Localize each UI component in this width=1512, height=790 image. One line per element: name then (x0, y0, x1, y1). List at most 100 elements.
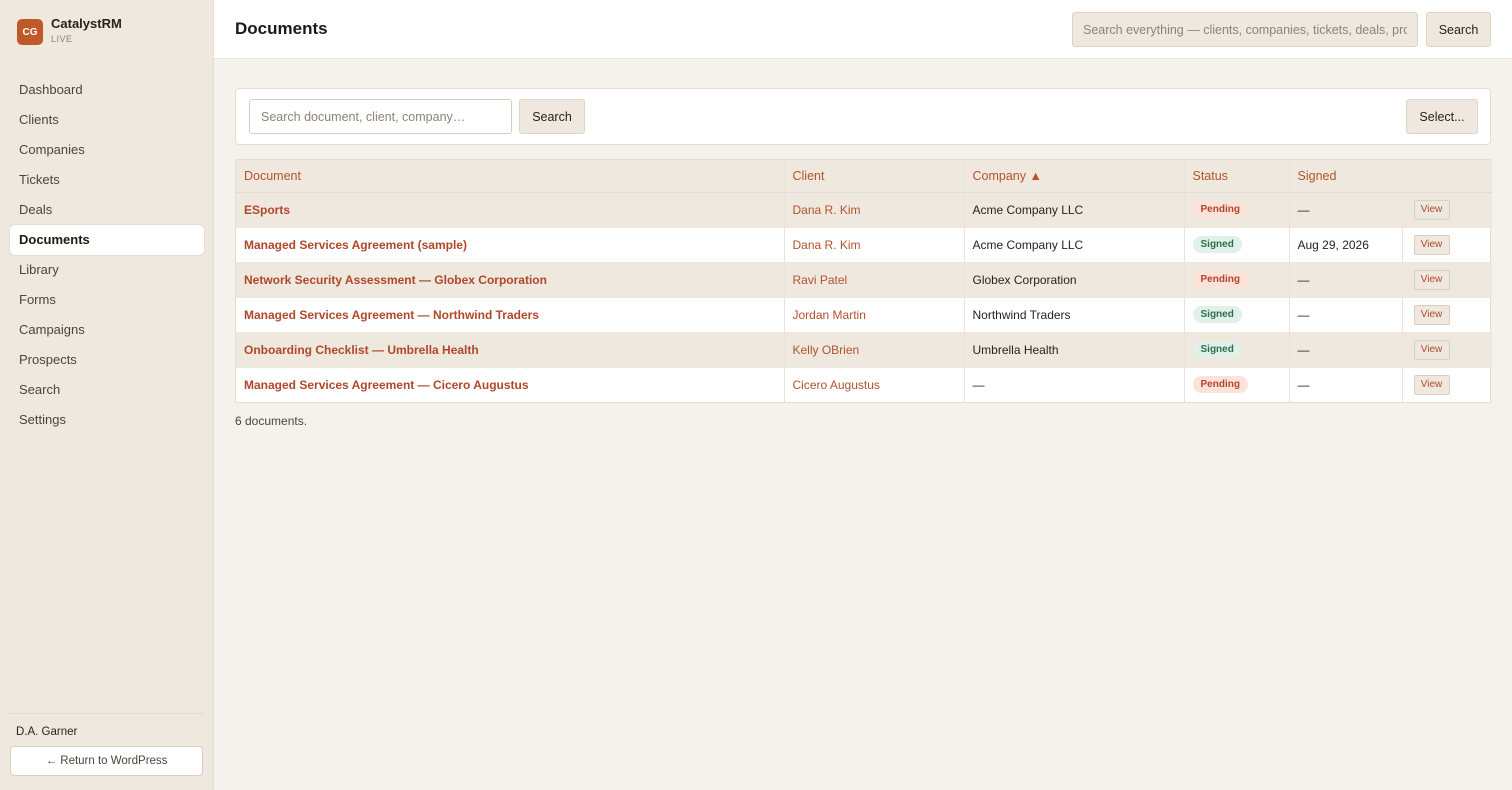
select-button[interactable]: Select... (1406, 99, 1478, 134)
actions-cell: View (1401, 262, 1492, 298)
document-cell: Managed Services Agreement — Northwind T… (236, 297, 784, 333)
documents-table: Document Client Company ▲ Status Signed … (236, 160, 1492, 402)
sidebar-item-clients[interactable]: Clients (10, 105, 204, 135)
sidebar-item-documents[interactable]: Documents (10, 225, 204, 255)
client-link[interactable]: Jordan Martin (793, 308, 866, 322)
company-cell: Acme Company LLC (963, 227, 1184, 263)
actions-cell: View (1401, 192, 1492, 228)
actions-cell: View (1401, 227, 1492, 263)
table-row: ESports Dana R. Kim Acme Company LLC Pendin… (236, 192, 1492, 228)
table-row: Onboarding Checklist — Umbrella Health Ke… (236, 332, 1492, 368)
document-search-button[interactable]: Search (519, 99, 585, 134)
sidebar-item-search[interactable]: Search (10, 375, 204, 405)
sidebar-divider (10, 713, 204, 714)
sidebar-item-companies[interactable]: Companies (10, 135, 204, 165)
sidebar-item-settings[interactable]: Settings (10, 405, 204, 435)
return-to-wordpress-button[interactable]: ← Return to WordPress (10, 746, 203, 776)
sidebar-item-deals[interactable]: Deals (10, 195, 204, 225)
document-search-input[interactable] (249, 99, 512, 134)
status-badge: Pending (1192, 271, 1248, 288)
environment-label: LIVE (51, 34, 73, 44)
documents-table-body: ESports Dana R. Kim Acme Company LLC Pendin… (236, 192, 1492, 402)
actions-cell: View (1401, 367, 1492, 402)
sidebar-footer: D.A. Garner ← Return to WordPress (10, 713, 204, 776)
status-cell: Pending (1183, 192, 1289, 228)
document-link[interactable]: Managed Services Agreement (sample) (244, 238, 467, 252)
client-link[interactable]: Kelly OBrien (793, 343, 860, 357)
sidebar-item-prospects[interactable]: Prospects (10, 345, 204, 375)
sidebar-nav: Dashboard Clients Companies Tickets Deals Doc… (10, 75, 204, 435)
client-cell: Kelly OBrien (783, 332, 964, 368)
document-link[interactable]: ESports (244, 203, 290, 217)
status-badge: Signed (1192, 236, 1242, 253)
column-header-signed[interactable]: Signed (1288, 160, 1402, 193)
status-badge: Signed (1192, 306, 1242, 323)
table-row: Managed Services Agreement — Cicero Augu… (236, 367, 1492, 402)
company-cell: Umbrella Health (963, 332, 1184, 368)
brand-logo: CG (17, 19, 43, 45)
view-document-button[interactable]: View (1413, 234, 1450, 255)
status-badge: Pending (1192, 376, 1248, 394)
company-cell: Northwind Traders (963, 297, 1184, 333)
sidebar-item-tickets[interactable]: Tickets (10, 165, 204, 195)
column-header-status[interactable]: Status (1183, 160, 1289, 193)
client-link[interactable]: Ravi Patel (793, 273, 848, 287)
signed-date-cell: — (1288, 192, 1402, 228)
column-header-client[interactable]: Client (783, 160, 964, 193)
client-cell: Jordan Martin (783, 297, 964, 333)
documents-table-container: Document Client Company ▲ Status Signed … (235, 159, 1492, 403)
client-cell: Dana R. Kim (783, 192, 964, 228)
document-count: 6 documents. (235, 414, 308, 428)
client-link[interactable]: Cicero Augustus (793, 378, 880, 392)
current-user: D.A. Garner (16, 726, 78, 738)
column-header-document[interactable]: Document (236, 160, 784, 193)
client-cell: Ravi Patel (783, 262, 964, 298)
view-document-button[interactable]: View (1413, 339, 1450, 360)
signed-date-cell: — (1288, 332, 1402, 368)
document-cell: Onboarding Checklist — Umbrella Health (236, 332, 784, 368)
sidebar: CG CatalystRM LIVE Dashboard Clients Compa… (0, 0, 214, 790)
company-cell: Acme Company LLC (963, 192, 1184, 228)
brand[interactable]: CG CatalystRM LIVE (17, 16, 122, 46)
table-row: Network Security Assessment — Globex Cor… (236, 262, 1492, 298)
view-document-button[interactable]: View (1413, 304, 1450, 325)
page-title: Documents (235, 19, 328, 38)
signed-date-cell: — (1288, 297, 1402, 333)
column-header-actions (1401, 160, 1492, 193)
document-link[interactable]: Managed Services Agreement — Northwind T… (244, 308, 539, 322)
document-cell: ESports (236, 192, 784, 228)
sidebar-item-campaigns[interactable]: Campaigns (10, 315, 204, 345)
sidebar-item-library[interactable]: Library (10, 255, 204, 285)
status-badge: Pending (1192, 201, 1248, 218)
client-link[interactable]: Dana R. Kim (793, 238, 861, 252)
view-document-button[interactable]: View (1413, 374, 1450, 395)
actions-cell: View (1401, 297, 1492, 333)
document-cell: Managed Services Agreement (sample) (236, 227, 784, 263)
document-link[interactable]: Managed Services Agreement — Cicero Augu… (244, 378, 529, 392)
signed-date-cell: — (1288, 367, 1402, 402)
view-document-button[interactable]: View (1413, 199, 1450, 220)
view-document-button[interactable]: View (1413, 269, 1450, 290)
status-cell: Signed (1183, 227, 1289, 263)
client-link[interactable]: Dana R. Kim (793, 203, 861, 217)
table-row: Managed Services Agreement (sample) Dana … (236, 227, 1492, 263)
top-header: Documents Search (214, 0, 1512, 59)
sidebar-item-dashboard[interactable]: Dashboard (10, 75, 204, 105)
document-link[interactable]: Onboarding Checklist — Umbrella Health (244, 343, 479, 357)
document-cell: Managed Services Agreement — Cicero Augu… (236, 367, 784, 402)
global-search-input[interactable] (1072, 12, 1418, 47)
sidebar-item-forms[interactable]: Forms (10, 285, 204, 315)
actions-cell: View (1401, 332, 1492, 368)
column-header-company[interactable]: Company ▲ (963, 160, 1184, 193)
status-cell: Signed (1183, 297, 1289, 333)
table-row: Managed Services Agreement — Northwind T… (236, 297, 1492, 333)
status-cell: Signed (1183, 332, 1289, 368)
document-cell: Network Security Assessment — Globex Cor… (236, 262, 784, 298)
global-search-button[interactable]: Search (1426, 12, 1491, 47)
document-link[interactable]: Network Security Assessment — Globex Cor… (244, 273, 547, 287)
brand-text: CatalystRM LIVE (51, 16, 122, 46)
status-badge: Signed (1192, 341, 1242, 358)
company-cell: Globex Corporation (963, 262, 1184, 298)
company-cell: — (963, 367, 1184, 402)
brand-name: CatalystRM (51, 16, 122, 31)
